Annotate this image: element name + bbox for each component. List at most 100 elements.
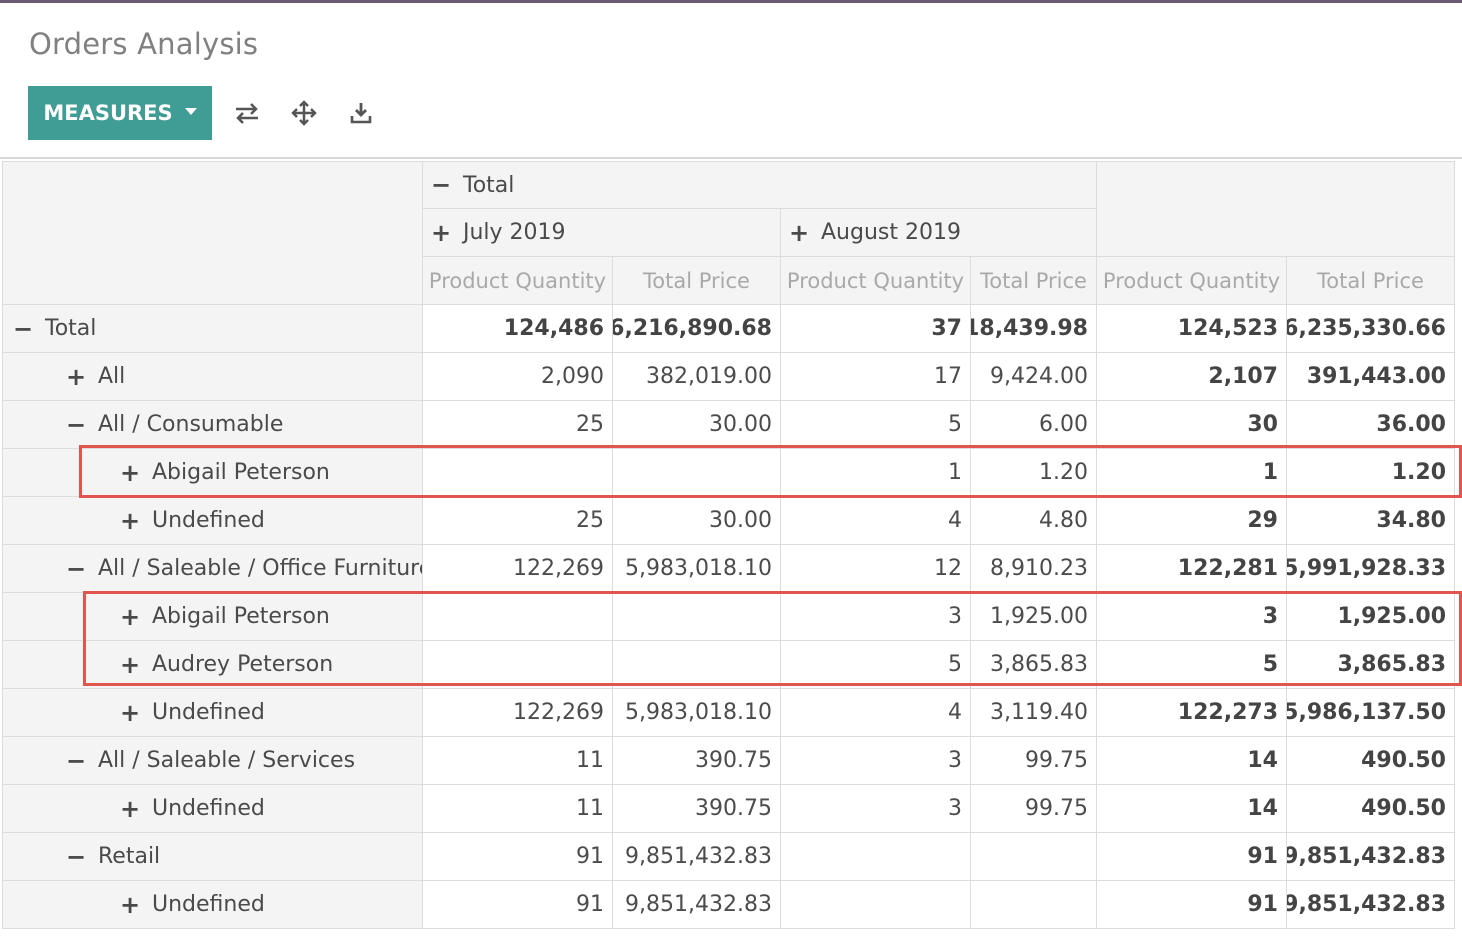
pivot-cell[interactable]: 124,523	[1097, 305, 1287, 353]
pivot-cell[interactable]: 12	[781, 545, 971, 593]
pivot-cell[interactable]: 25	[423, 497, 613, 545]
col-header-total[interactable]: − Total	[423, 161, 1097, 209]
pivot-cell[interactable]: 8,910.23	[971, 545, 1097, 593]
pivot-cell[interactable]: 122,281	[1097, 545, 1287, 593]
pivot-cell[interactable]	[613, 449, 781, 497]
pivot-cell[interactable]: 3	[781, 593, 971, 641]
row-header[interactable]: + Abigail Peterson	[2, 449, 423, 497]
measure-header[interactable]: Total Price	[1287, 257, 1455, 305]
pivot-cell[interactable]	[781, 881, 971, 929]
pivot-cell[interactable]: 37	[781, 305, 971, 353]
pivot-cell[interactable]	[971, 881, 1097, 929]
pivot-cell[interactable]: 3	[781, 737, 971, 785]
pivot-cell[interactable]: 3	[781, 785, 971, 833]
pivot-cell[interactable]: 99.75	[971, 785, 1097, 833]
pivot-cell[interactable]: 390.75	[613, 785, 781, 833]
measure-header[interactable]: Product Quantity	[781, 257, 971, 305]
pivot-cell[interactable]: 2,107	[1097, 353, 1287, 401]
measure-header[interactable]: Product Quantity	[423, 257, 613, 305]
measure-header[interactable]: Product Quantity	[1097, 257, 1287, 305]
download-icon[interactable]	[346, 98, 376, 128]
pivot-cell[interactable]: 5	[781, 641, 971, 689]
row-header[interactable]: − Retail	[2, 833, 423, 881]
measures-button[interactable]: MEASURES	[28, 86, 212, 140]
pivot-cell[interactable]: 14	[1097, 785, 1287, 833]
pivot-cell[interactable]: 122,269	[423, 689, 613, 737]
pivot-cell[interactable]: 2,090	[423, 353, 613, 401]
pivot-cell[interactable]: 5,986,137.50	[1287, 689, 1455, 737]
pivot-cell[interactable]	[781, 833, 971, 881]
pivot-cell[interactable]: 17	[781, 353, 971, 401]
pivot-cell[interactable]: 4.80	[971, 497, 1097, 545]
row-header[interactable]: + Undefined	[2, 497, 423, 545]
pivot-cell[interactable]: 1.20	[971, 449, 1097, 497]
pivot-cell[interactable]: 16,216,890.68	[613, 305, 781, 353]
pivot-cell[interactable]	[971, 833, 1097, 881]
pivot-cell[interactable]: 1,925.00	[971, 593, 1097, 641]
pivot-cell[interactable]: 122,273	[1097, 689, 1287, 737]
pivot-cell[interactable]: 5,983,018.10	[613, 545, 781, 593]
pivot-cell[interactable]	[423, 449, 613, 497]
pivot-cell[interactable]: 5,991,928.33	[1287, 545, 1455, 593]
pivot-cell[interactable]: 1	[1097, 449, 1287, 497]
measure-header[interactable]: Total Price	[971, 257, 1097, 305]
pivot-cell[interactable]: 29	[1097, 497, 1287, 545]
pivot-cell[interactable]: 391,443.00	[1287, 353, 1455, 401]
pivot-cell[interactable]	[423, 641, 613, 689]
pivot-cell[interactable]: 390.75	[613, 737, 781, 785]
pivot-cell[interactable]: 3	[1097, 593, 1287, 641]
pivot-cell[interactable]: 5,983,018.10	[613, 689, 781, 737]
pivot-cell[interactable]: 4	[781, 497, 971, 545]
pivot-cell[interactable]: 30.00	[613, 401, 781, 449]
row-header[interactable]: + Undefined	[2, 689, 423, 737]
row-header[interactable]: + Abigail Peterson	[2, 593, 423, 641]
pivot-cell[interactable]: 1.20	[1287, 449, 1455, 497]
pivot-cell[interactable]: 99.75	[971, 737, 1097, 785]
pivot-cell[interactable]: 3,865.83	[1287, 641, 1455, 689]
row-header[interactable]: + Undefined	[2, 785, 423, 833]
pivot-cell[interactable]: 124,486	[423, 305, 613, 353]
pivot-cell[interactable]: 9,851,432.83	[1287, 881, 1455, 929]
pivot-cell[interactable]: 9,851,432.83	[613, 881, 781, 929]
row-header[interactable]: − Total	[2, 305, 423, 353]
pivot-cell[interactable]: 382,019.00	[613, 353, 781, 401]
pivot-cell[interactable]: 1	[781, 449, 971, 497]
pivot-cell[interactable]: 3,865.83	[971, 641, 1097, 689]
pivot-cell[interactable]: 9,851,432.83	[613, 833, 781, 881]
pivot-cell[interactable]: 91	[1097, 881, 1287, 929]
pivot-cell[interactable]	[613, 593, 781, 641]
pivot-cell[interactable]: 490.50	[1287, 737, 1455, 785]
pivot-cell[interactable]: 122,269	[423, 545, 613, 593]
pivot-cell[interactable]: 490.50	[1287, 785, 1455, 833]
pivot-cell[interactable]: 11	[423, 737, 613, 785]
pivot-cell[interactable]: 11	[423, 785, 613, 833]
pivot-cell[interactable]: 91	[423, 833, 613, 881]
pivot-cell[interactable]: 91	[423, 881, 613, 929]
row-header[interactable]: − All / Consumable	[2, 401, 423, 449]
pivot-cell[interactable]: 30	[1097, 401, 1287, 449]
pivot-cell[interactable]: 25	[423, 401, 613, 449]
col-header-month[interactable]: + August 2019	[781, 209, 1097, 257]
pivot-cell[interactable]: 5	[1097, 641, 1287, 689]
pivot-cell[interactable]: 36.00	[1287, 401, 1455, 449]
row-header[interactable]: − All / Saleable / Services	[2, 737, 423, 785]
measure-header[interactable]: Total Price	[613, 257, 781, 305]
pivot-cell[interactable]	[423, 593, 613, 641]
pivot-cell[interactable]: 91	[1097, 833, 1287, 881]
pivot-cell[interactable]: 3,119.40	[971, 689, 1097, 737]
pivot-cell[interactable]: 1,925.00	[1287, 593, 1455, 641]
pivot-cell[interactable]: 4	[781, 689, 971, 737]
pivot-cell[interactable]: 16,235,330.66	[1287, 305, 1455, 353]
col-header-month[interactable]: + July 2019	[423, 209, 781, 257]
row-header[interactable]: − All / Saleable / Office Furniture	[2, 545, 423, 593]
pivot-cell[interactable]: 18,439.98	[971, 305, 1097, 353]
row-header[interactable]: + All	[2, 353, 423, 401]
pivot-cell[interactable]: 34.80	[1287, 497, 1455, 545]
pivot-cell[interactable]: 9,851,432.83	[1287, 833, 1455, 881]
row-header[interactable]: + Audrey Peterson	[2, 641, 423, 689]
pivot-cell[interactable]: 14	[1097, 737, 1287, 785]
expand-all-icon[interactable]	[289, 98, 319, 128]
flip-axis-icon[interactable]	[232, 98, 262, 128]
pivot-cell[interactable]: 6.00	[971, 401, 1097, 449]
pivot-cell[interactable]: 9,424.00	[971, 353, 1097, 401]
